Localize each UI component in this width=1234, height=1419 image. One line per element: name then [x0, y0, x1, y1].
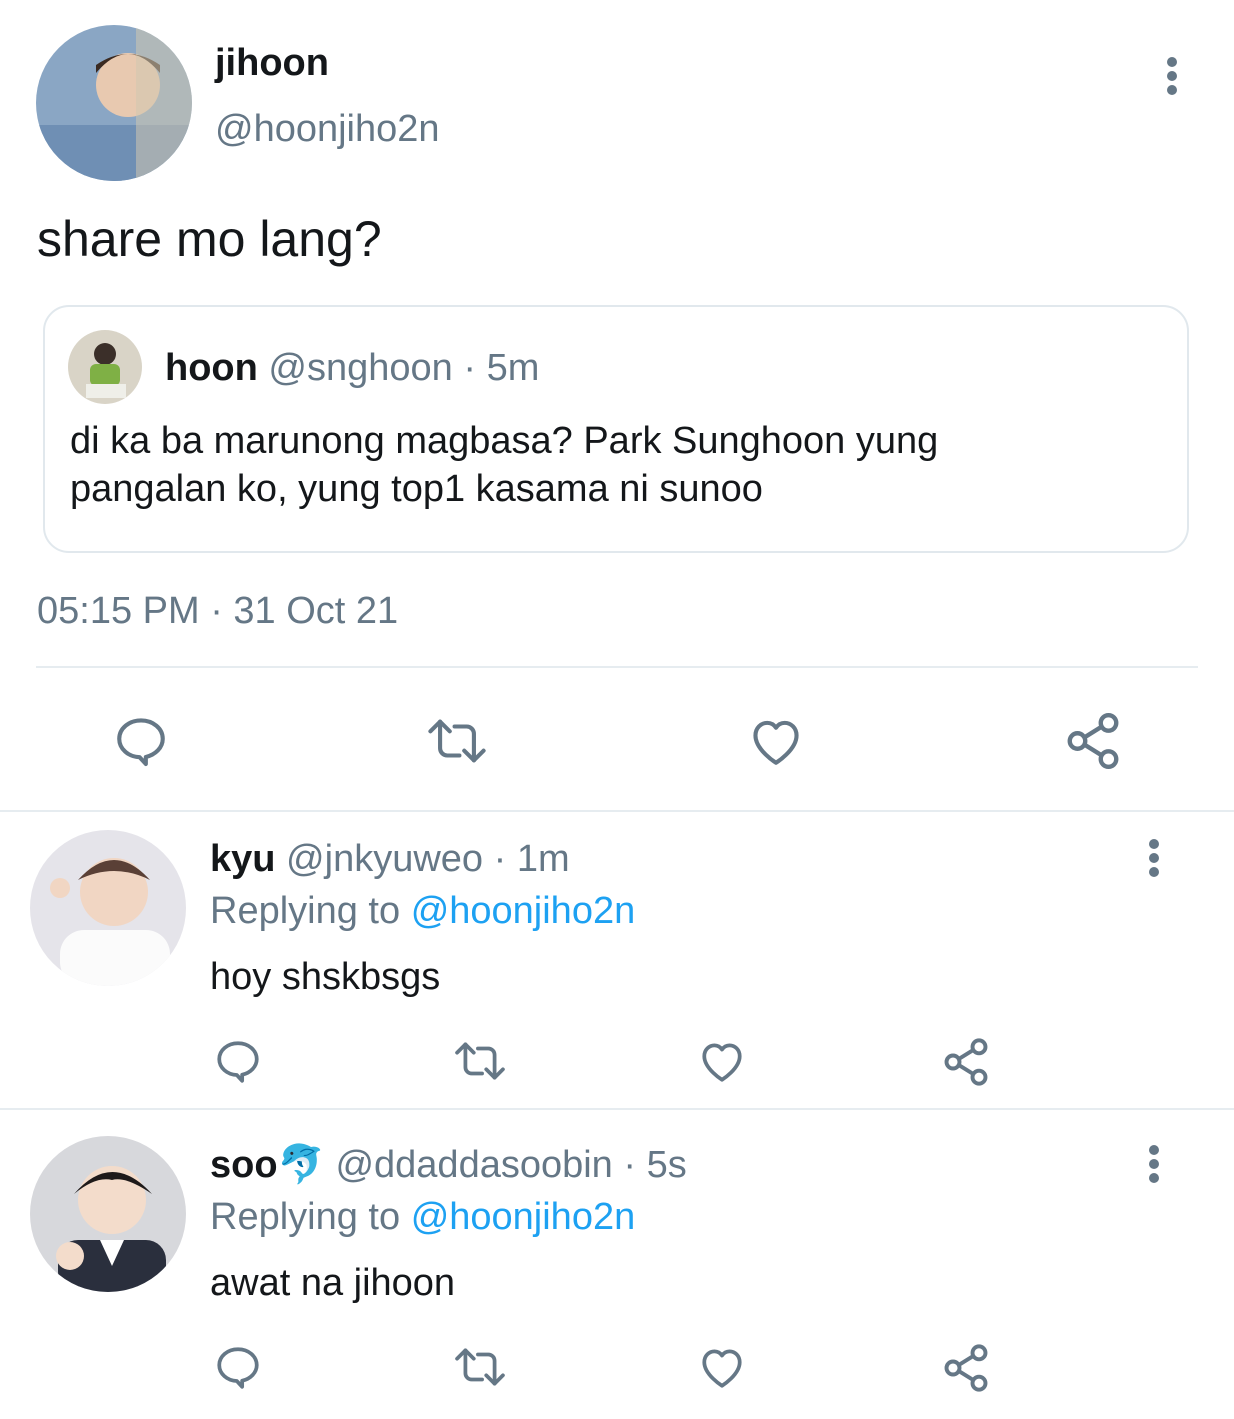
reply-icon[interactable] — [112, 712, 170, 770]
divider — [0, 1108, 1234, 1110]
share-icon[interactable] — [940, 1036, 992, 1088]
dolphin-emoji: 🐬 — [277, 1144, 325, 1186]
more-options-icon[interactable] — [1160, 56, 1184, 96]
like-icon[interactable] — [746, 712, 806, 770]
quoted-separator: · — [463, 347, 477, 389]
reply-handle[interactable]: @jnkyuweo — [286, 838, 483, 880]
author-handle[interactable]: @hoonjiho2n — [215, 106, 440, 152]
reply-separator: · — [623, 1144, 637, 1186]
reply-text: hoy shskbsgs — [210, 956, 441, 998]
quoted-text-line-2: pangalan ko, yung top1 kasama ni sunoo — [70, 468, 763, 510]
reply-display-name[interactable]: kyu — [210, 838, 275, 880]
replying-to-handle[interactable]: @hoonjiho2n — [411, 890, 636, 932]
quoted-display-name: hoon — [165, 347, 258, 389]
reply-icon[interactable] — [213, 1342, 263, 1392]
quoted-text-line-1: di ka ba marunong magbasa? Park Sunghoon… — [70, 420, 939, 462]
reply-separator: · — [493, 838, 507, 880]
reply-icon[interactable] — [213, 1036, 263, 1086]
reply-avatar[interactable] — [30, 1136, 186, 1292]
replying-to-label: Replying to — [210, 1196, 401, 1238]
divider — [36, 666, 1198, 668]
quoted-time: 5m — [486, 347, 540, 389]
retweet-icon[interactable] — [424, 712, 490, 770]
retweet-icon[interactable] — [452, 1036, 508, 1086]
reply-text: awat na jihoon — [210, 1262, 456, 1304]
more-options-icon[interactable] — [1142, 838, 1166, 878]
reply-time: 1m — [516, 838, 570, 880]
quoted-author-avatar — [68, 330, 142, 404]
like-icon[interactable] — [696, 1342, 748, 1392]
author-display-name[interactable]: jihoon — [215, 40, 329, 86]
more-options-icon[interactable] — [1142, 1144, 1166, 1184]
tweet-timestamp: 05:15 PM · 31 Oct 21 — [37, 590, 399, 632]
reply-display-name[interactable]: soo — [210, 1144, 278, 1186]
reply-handle[interactable]: @ddaddasoobin — [335, 1144, 612, 1186]
author-avatar[interactable] — [36, 25, 192, 181]
like-icon[interactable] — [696, 1036, 748, 1086]
divider — [0, 810, 1234, 812]
reply-time: 5s — [646, 1144, 687, 1186]
tweet-text: share mo lang? — [37, 211, 382, 267]
replying-to-label: Replying to — [210, 890, 401, 932]
replying-to-handle[interactable]: @hoonjiho2n — [411, 1196, 636, 1238]
reply-avatar[interactable] — [30, 830, 186, 986]
retweet-icon[interactable] — [452, 1342, 508, 1392]
quoted-handle: @snghoon — [268, 347, 453, 389]
share-icon[interactable] — [940, 1342, 992, 1394]
share-icon[interactable] — [1062, 710, 1124, 772]
